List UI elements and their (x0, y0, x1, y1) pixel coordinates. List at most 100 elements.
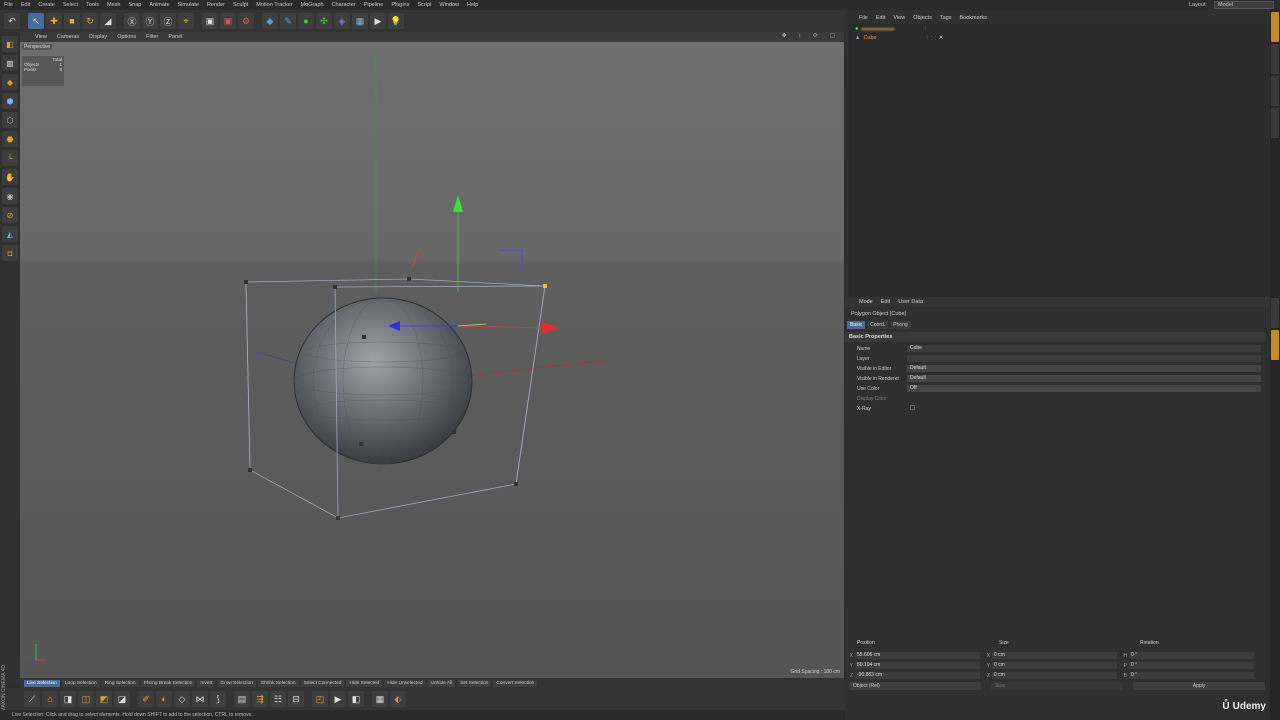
object-name[interactable]: Cube (863, 35, 923, 41)
obj-menu-edit[interactable]: Edit (872, 15, 889, 21)
mirror-icon[interactable]: ▶ (330, 691, 346, 707)
scale-icon[interactable]: ■ (64, 13, 80, 29)
tab-takes[interactable] (1271, 44, 1279, 74)
plane-handle-z[interactable] (500, 249, 523, 272)
live-selection-button[interactable]: Live Selection (24, 679, 60, 687)
iron-icon[interactable]: ▤ (234, 691, 250, 707)
spin-edge-icon[interactable]: ⬖ (390, 691, 406, 707)
sphere-mesh[interactable] (293, 297, 473, 465)
tab-content-browser[interactable] (1271, 76, 1279, 106)
ring-selection-button[interactable]: Ring Selection (101, 679, 139, 687)
visible-in-renderer-dropdown[interactable]: Default (907, 375, 1261, 382)
unhide-all-button[interactable]: Unhide All (427, 679, 456, 687)
list-item[interactable]: ▲ Cube ⁝ ⸬ ✕ (849, 33, 1269, 42)
menu-snap[interactable]: Snap (124, 2, 145, 8)
menu-animate[interactable]: Animate (145, 2, 173, 8)
tab-coord[interactable]: Coord. (867, 321, 889, 329)
planar-workplane-icon[interactable]: ◭ (2, 226, 18, 242)
move-handle-y-arrow[interactable] (453, 195, 463, 212)
rotation-b-field[interactable]: 0 ° (1129, 672, 1254, 679)
matrix-extrude-icon[interactable]: ◪ (114, 691, 130, 707)
obj-menu-view[interactable]: View (889, 15, 909, 21)
rotation-h-field[interactable]: 0 ° (1129, 652, 1254, 659)
invert-button[interactable]: Invert (197, 679, 216, 687)
name-field[interactable]: Cube (907, 345, 1261, 352)
menu-sculpt[interactable]: Sculpt (229, 2, 252, 8)
menu-character[interactable]: Character (328, 2, 360, 8)
obj-menu-file[interactable]: File (855, 15, 872, 21)
plane-handle-x[interactable] (412, 249, 422, 268)
visibility-icon[interactable]: ⁝ (924, 26, 926, 32)
position-x-field[interactable]: 55.606 cm (855, 652, 980, 659)
move-icon[interactable]: ✚ (46, 13, 62, 29)
xray-checkbox[interactable] (907, 405, 1261, 412)
visibility-icon[interactable]: ⁝ (926, 35, 928, 41)
menu-edit[interactable]: Edit (17, 2, 34, 8)
size-mode-dropdown[interactable]: Size (991, 682, 1123, 690)
tag-icon[interactable]: ⸬ (931, 34, 936, 42)
tab-attributes[interactable] (1271, 330, 1279, 360)
select-connected-button[interactable]: Select Connected (300, 679, 345, 687)
menu-select[interactable]: Select (59, 2, 82, 8)
bevel-icon[interactable]: ◩ (96, 691, 112, 707)
obj-menu-objects[interactable]: Objects (909, 15, 936, 21)
snap-icon[interactable]: ◉ (2, 188, 18, 204)
attr-menu-user-data[interactable]: User Data (894, 299, 927, 305)
size-y-field[interactable]: 0 cm (992, 662, 1117, 669)
live-selection-icon[interactable]: ↖ (28, 13, 44, 29)
perspective-viewport[interactable]: View Cameras Display Options Filter Pane… (20, 32, 844, 678)
attr-menu-edit[interactable]: Edit (877, 299, 894, 305)
position-y-field[interactable]: 50.104 cm (855, 662, 980, 669)
workplane-icon[interactable]: ◆ (2, 74, 18, 90)
menu-tools[interactable]: Tools (82, 2, 103, 8)
menu-motion-tracker[interactable]: Motion Tracker (252, 2, 296, 8)
tab-structure[interactable] (1271, 108, 1279, 138)
rotation-p-field[interactable]: 0 ° (1129, 662, 1254, 669)
coordinate-mode-dropdown[interactable]: Object (Rel) (849, 682, 981, 690)
menu-create[interactable]: Create (34, 2, 59, 8)
move-handle-xy-plane[interactable] (457, 323, 487, 327)
size-z-field[interactable]: 0 cm (992, 672, 1117, 679)
rotate-icon[interactable]: ↻ (82, 13, 98, 29)
size-x-field[interactable]: 0 cm (992, 652, 1117, 659)
solo-icon[interactable]: ◘ (2, 245, 18, 261)
apply-button[interactable]: Apply (1133, 682, 1265, 690)
layer-field[interactable] (907, 355, 1261, 362)
weld-icon[interactable]: ⋈ (192, 691, 208, 707)
phong-break-selection-button[interactable]: Phong Break Selection (140, 679, 196, 687)
knife-icon[interactable]: ⟋ (24, 691, 40, 707)
extrude-icon[interactable]: ◨ (60, 691, 76, 707)
phong-tag-icon[interactable]: ✕ (939, 35, 944, 41)
subdivision-icon[interactable]: ● (298, 13, 314, 29)
dissolve-icon[interactable]: ⇶ (252, 691, 268, 707)
recent-tool-icon[interactable]: ◢ (100, 13, 116, 29)
attr-menu-mode[interactable]: Mode (855, 299, 877, 305)
convert-selection-button[interactable]: Convert Selection (493, 679, 538, 687)
melt-icon[interactable]: ⊟ (288, 691, 304, 707)
deformer-icon[interactable]: ◈ (334, 13, 350, 29)
points-mode-icon[interactable]: ⬢ (2, 93, 18, 109)
light-icon[interactable]: 💡 (388, 13, 404, 29)
magnet-icon[interactable]: ◐ (156, 691, 172, 707)
move-handle-x-axis[interactable] (457, 325, 546, 329)
menu-help[interactable]: Help (463, 2, 482, 8)
render-view-icon[interactable]: ▣ (202, 13, 218, 29)
split-icon[interactable]: ◧ (348, 691, 364, 707)
cube-primitive-icon[interactable]: ◆ (262, 13, 278, 29)
pen-spline-icon[interactable]: ✎ (280, 13, 296, 29)
menu-window[interactable]: Window (435, 2, 463, 8)
menu-simulate[interactable]: Simulate (174, 2, 203, 8)
position-z-field[interactable]: -90.883 cm (855, 672, 980, 679)
menu-mesh[interactable]: Mesh (103, 2, 124, 8)
stitch-icon[interactable]: ⟆ (210, 691, 226, 707)
tweak-icon[interactable]: ✋ (2, 169, 18, 185)
texture-mode-icon[interactable]: ▩ (2, 55, 18, 71)
menu-file[interactable]: File (0, 2, 17, 8)
menu-mograph[interactable]: MoGraph (297, 2, 328, 8)
axis-mode-icon[interactable]: └ (2, 150, 18, 166)
menu-render[interactable]: Render (203, 2, 229, 8)
extrude-inner-icon[interactable]: ◫ (78, 691, 94, 707)
edges-mode-icon[interactable]: ⬡ (2, 112, 18, 128)
menu-script[interactable]: Script (413, 2, 435, 8)
polygons-mode-icon[interactable]: ⬣ (2, 131, 18, 147)
